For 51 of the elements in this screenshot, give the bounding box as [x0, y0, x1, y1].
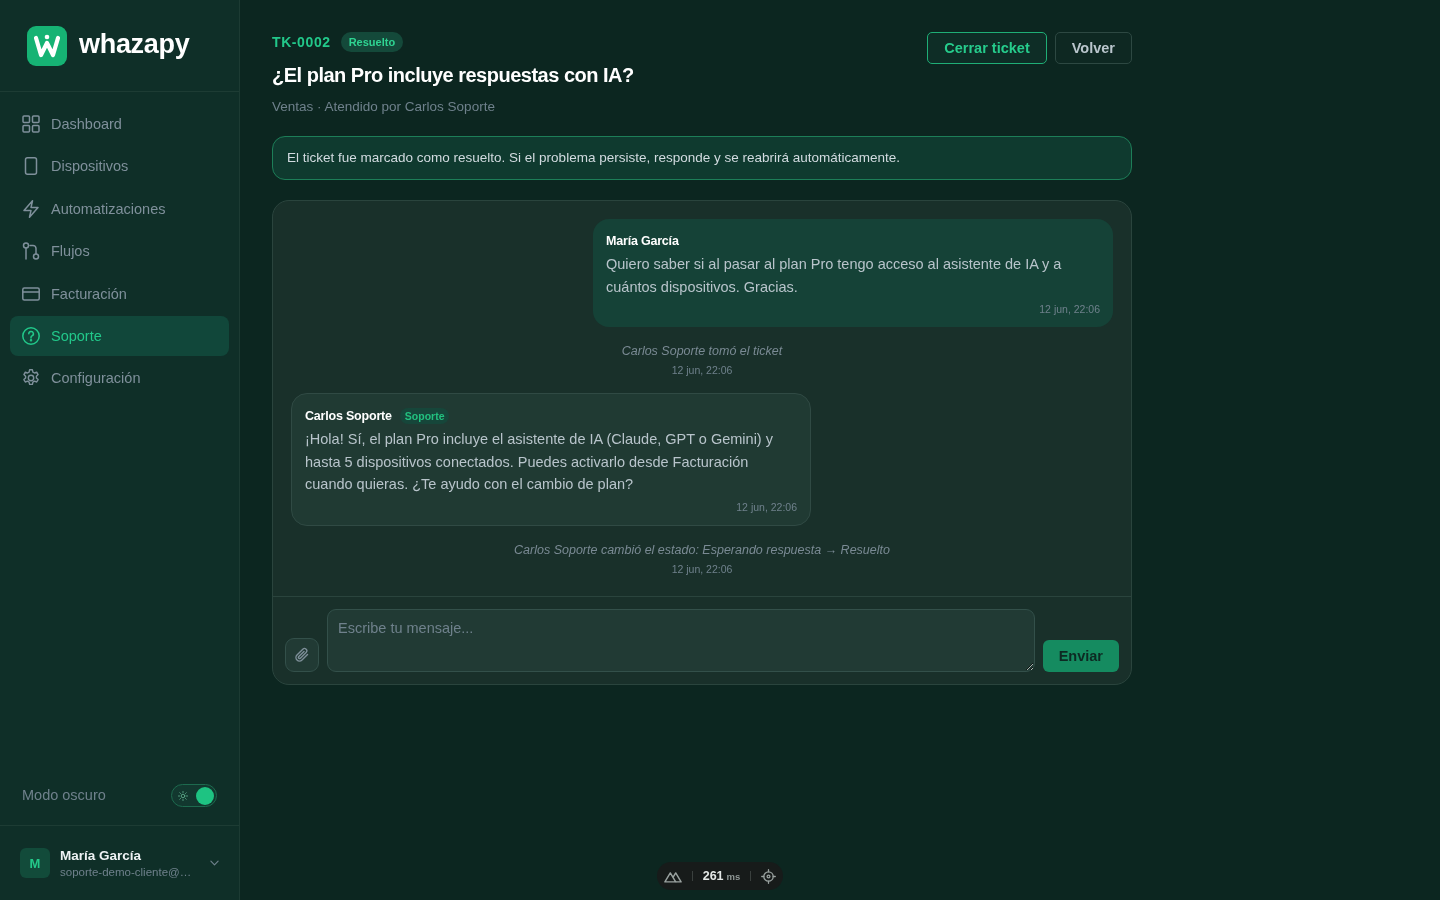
ticket-title: ¿El plan Pro incluye respuestas con IA? — [272, 63, 634, 87]
branch-icon — [22, 242, 40, 261]
close-ticket-button[interactable]: Cerrar ticket — [927, 32, 1047, 64]
settings-icon — [22, 369, 40, 388]
back-button[interactable]: Volver — [1054, 32, 1132, 64]
card-icon — [22, 284, 40, 303]
event-text: Carlos Soporte cambió el estado: Esperando respuesta → Resuelto — [514, 542, 890, 557]
user-email: soporte-demo-cliente@… — [60, 866, 193, 878]
help-icon — [22, 326, 40, 345]
message-time: 12 jun, 22:06 — [1039, 303, 1100, 315]
message-time: 12 jun, 22:06 — [736, 500, 797, 513]
lightning-icon — [22, 199, 40, 218]
nav-item[interactable]: Automatizaciones — [10, 188, 229, 229]
chevron-down-icon — [210, 860, 219, 866]
role-badge: Soporte — [399, 407, 450, 424]
crosshair-icon — [761, 868, 777, 884]
send-button[interactable]: Enviar — [1042, 639, 1119, 672]
user-menu[interactable]: M María García soporte-demo-cliente@… — [0, 825, 239, 900]
event-time: 12 jun, 22:06 — [671, 364, 733, 376]
paperclip-icon — [294, 646, 310, 663]
ticket-meta: Ventas · Atendido por Carlos Soporte — [272, 99, 496, 114]
message-author: María García — [606, 233, 679, 248]
user-name: María García — [60, 848, 143, 863]
theme-toggle[interactable] — [171, 783, 217, 807]
resolved-notice: El ticket fue marcado como resuelto. Si el problema persiste, responde y se reabrirá automáticamente. — [272, 136, 1132, 180]
message-author: Carlos Soporte — [305, 408, 392, 423]
timing-value: 261 — [702, 869, 724, 883]
nav-item[interactable]: Configuración — [10, 358, 229, 399]
theme-label: Modo oscuro — [22, 787, 106, 803]
nav-item[interactable]: Dispositivos — [10, 146, 229, 187]
message-field[interactable]: Escribe tu mensaje... — [327, 608, 1035, 672]
nav-item[interactable]: Flujos — [10, 231, 229, 272]
brand-name: whazapy — [79, 29, 190, 60]
event-text: Carlos Soporte tomó el ticket — [621, 344, 783, 358]
grid-icon — [22, 115, 40, 133]
sun-icon — [178, 790, 188, 801]
logo-icon — [27, 25, 67, 66]
nav-item[interactable]: Soporte — [10, 315, 229, 356]
message-text: ¡Hola! Sí, el plan Pro incluye el asistente de IA (Claude, GPT o Gemini) y hasta 5 dispositivos conectados. Puedes activarlo desde Facturación cuando quieras. ¿Te ayudo con el cambio de plan? — [305, 430, 774, 494]
attach-button[interactable] — [285, 637, 319, 672]
timing-unit: ms — [726, 870, 741, 882]
message-text: Quiero saber si al pasar al plan Pro tengo acceso al asistente de IA y a cuántos dispositivos. Gracias. — [606, 255, 1063, 297]
phone-icon — [22, 157, 40, 176]
devtools-bar[interactable]: 261 ms — [657, 862, 783, 890]
nav-item[interactable]: Facturación — [10, 273, 229, 314]
ticket-id: TK-0002 — [272, 34, 331, 50]
nav-item[interactable]: Dashboard — [10, 104, 229, 144]
avatar: M — [20, 848, 50, 878]
mountain-icon — [663, 869, 682, 883]
event-time: 12 jun, 22:06 — [671, 562, 733, 575]
status-badge: Resuelto — [340, 32, 404, 52]
